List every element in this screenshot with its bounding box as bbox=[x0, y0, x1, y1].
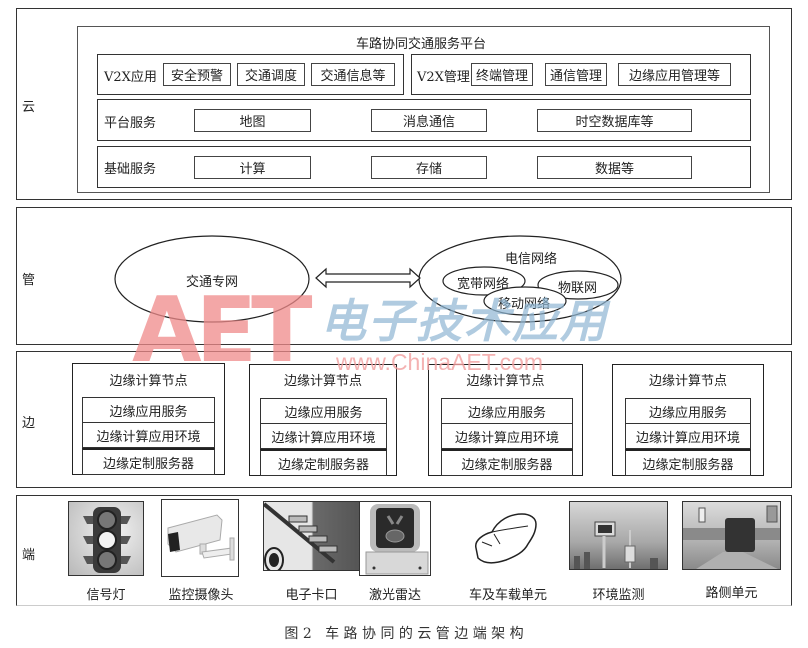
v2x-mgmt-edge-app: 边缘应用管理等 bbox=[618, 63, 731, 86]
edge-node-2-title: 边缘计算节点 bbox=[283, 374, 362, 389]
broadband-label: 宽带网络 bbox=[457, 277, 510, 292]
pipe-network-diagram bbox=[114, 235, 622, 323]
device-caption-checkpoint: 电子卡口 bbox=[285, 588, 338, 603]
device-caption-car: 车及车载单元 bbox=[468, 588, 547, 603]
traffic-light-image bbox=[68, 501, 144, 576]
edge-compute-environment: 边缘计算应用环境 bbox=[625, 424, 751, 449]
roadside-unit-image bbox=[682, 501, 781, 570]
edge-node-1-title: 边缘计算节点 bbox=[109, 374, 188, 389]
edge-custom-server: 边缘定制服务器 bbox=[441, 449, 573, 476]
device-caption-roadside-unit: 路侧单元 bbox=[705, 586, 758, 601]
mobile-network-label: 移动网络 bbox=[498, 297, 551, 312]
v2x-mgmt-label: V2X管理 bbox=[417, 70, 470, 85]
platform-service-label: 平台服务 bbox=[104, 116, 157, 131]
edge-node-4-title: 边缘计算节点 bbox=[648, 374, 727, 389]
v2x-app-traffic-info: 交通信息等 bbox=[311, 63, 395, 86]
bidirectional-arrow-icon bbox=[315, 267, 421, 289]
electronic-checkpoint-icon bbox=[264, 502, 338, 570]
traffic-light-icon bbox=[83, 507, 131, 573]
platform-service-map: 地图 bbox=[194, 109, 311, 132]
telecom-network-label: 电信网络 bbox=[505, 252, 558, 267]
edge-custom-server: 边缘定制服务器 bbox=[625, 449, 751, 476]
v2x-app-traffic-dispatch: 交通调度 bbox=[237, 63, 305, 86]
v2x-mgmt-terminal: 终端管理 bbox=[471, 63, 533, 86]
device-caption-traffic-light: 信号灯 bbox=[86, 588, 126, 603]
edge-custom-server: 边缘定制服务器 bbox=[82, 448, 215, 475]
edge-compute-environment: 边缘计算应用环境 bbox=[441, 424, 573, 449]
platform-title: 车路协同交通服务平台 bbox=[356, 37, 487, 52]
cloud-layer-label: 云 bbox=[22, 100, 36, 115]
edge-node-4-stack: 边缘应用服务 边缘计算应用环境 边缘定制服务器 bbox=[625, 398, 751, 476]
edge-layer-label: 边 bbox=[22, 416, 36, 431]
device-caption-environment: 环境监测 bbox=[592, 588, 645, 603]
device-caption-camera: 监控摄像头 bbox=[168, 588, 234, 603]
edge-custom-server: 边缘定制服务器 bbox=[260, 449, 387, 476]
platform-service-messaging: 消息通信 bbox=[371, 109, 487, 132]
edge-node-1-stack: 边缘应用服务 边缘计算应用环境 边缘定制服务器 bbox=[82, 397, 215, 475]
lidar-image bbox=[359, 501, 431, 576]
v2x-mgmt-communication: 通信管理 bbox=[545, 63, 607, 86]
environment-monitor-image bbox=[569, 501, 668, 570]
surveillance-camera-icon bbox=[167, 514, 235, 561]
iot-label: 物联网 bbox=[558, 281, 598, 296]
terminal-layer-label: 端 bbox=[22, 548, 36, 563]
camera-image bbox=[161, 499, 239, 577]
edge-app-service: 边缘应用服务 bbox=[82, 397, 215, 423]
base-service-label: 基础服务 bbox=[104, 162, 157, 177]
lidar-icon bbox=[365, 504, 429, 575]
v2x-app-label: V2X应用 bbox=[104, 70, 157, 85]
edge-app-service: 边缘应用服务 bbox=[625, 398, 751, 424]
edge-app-service: 边缘应用服务 bbox=[441, 398, 573, 424]
environment-monitor-icon bbox=[574, 521, 658, 569]
edge-node-3-title: 边缘计算节点 bbox=[466, 374, 545, 389]
platform-service-spatiotemporal-db: 时空数据库等 bbox=[537, 109, 692, 132]
base-service-storage: 存储 bbox=[371, 156, 487, 179]
roadside-unit-icon bbox=[683, 505, 780, 569]
figure-caption: 图 2 车 路 协 同 的 云 管 边 端 架 构 bbox=[284, 626, 524, 642]
base-service-compute: 计算 bbox=[194, 156, 311, 179]
v2x-app-safety-warning: 安全预警 bbox=[163, 63, 231, 86]
edge-app-service: 边缘应用服务 bbox=[260, 398, 387, 424]
edge-node-3-stack: 边缘应用服务 边缘计算应用环境 边缘定制服务器 bbox=[441, 398, 573, 476]
car-icon bbox=[475, 513, 537, 564]
base-service-data: 数据等 bbox=[537, 156, 692, 179]
car-image bbox=[470, 508, 542, 570]
edge-node-2-stack: 边缘应用服务 边缘计算应用环境 边缘定制服务器 bbox=[260, 398, 387, 476]
checkpoint-image bbox=[263, 501, 360, 571]
edge-compute-environment: 边缘计算应用环境 bbox=[82, 423, 215, 448]
edge-compute-environment: 边缘计算应用环境 bbox=[260, 424, 387, 449]
device-caption-lidar: 激光雷达 bbox=[368, 588, 421, 603]
traffic-network-label: 交通专网 bbox=[186, 275, 239, 290]
